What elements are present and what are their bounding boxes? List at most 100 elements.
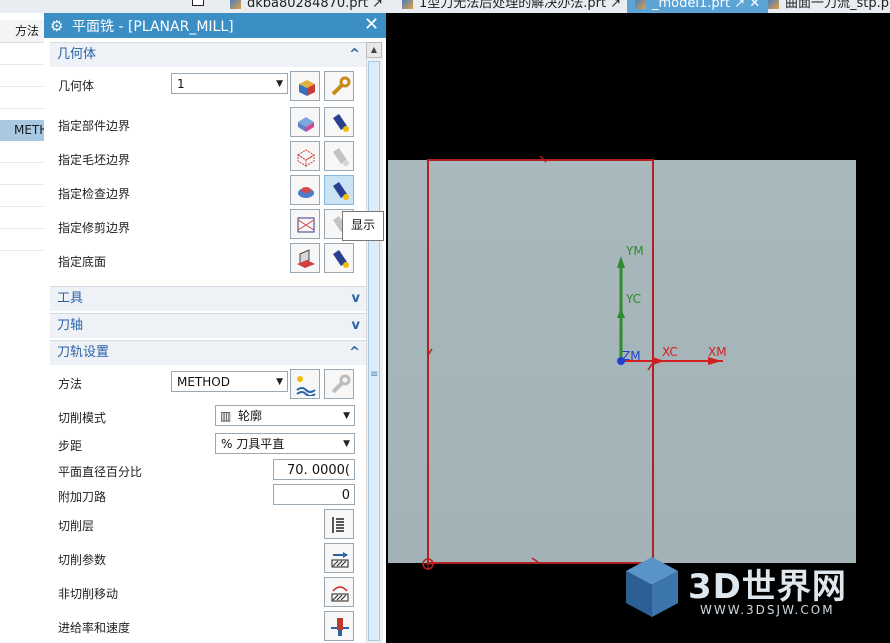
navigator-selected-row[interactable]: METH bbox=[0, 120, 44, 141]
non-cutting-moves-icon bbox=[331, 586, 349, 602]
floor-plane-icon bbox=[297, 249, 315, 268]
part-file-icon bbox=[402, 0, 413, 9]
close-icon[interactable]: ✕ bbox=[364, 14, 379, 35]
profile-pattern-icon: ▥ bbox=[220, 409, 232, 423]
display-part-boundary-button[interactable] bbox=[324, 107, 354, 137]
chevron-down-icon[interactable]: v bbox=[352, 314, 360, 338]
boundary-direction-mark bbox=[427, 348, 433, 356]
geometry-cube-icon bbox=[299, 80, 315, 96]
display-check-boundary-button[interactable] bbox=[324, 175, 354, 205]
feeds-speeds-icon bbox=[331, 618, 349, 636]
part-boundary-label: 指定部件边界 bbox=[58, 119, 131, 133]
navigator-row-divider bbox=[0, 228, 44, 229]
method-select[interactable]: METHOD ▼ bbox=[171, 371, 288, 392]
chevron-up-icon[interactable]: ^ bbox=[349, 43, 360, 67]
yc-axis-label: YC bbox=[626, 292, 642, 306]
navigator-row-divider bbox=[0, 108, 44, 109]
file-tab-bar: dkba80284870.prt ↗ 1型刀无法后处理的解决办法.prt ↗ _… bbox=[0, 0, 890, 13]
new-geometry-button[interactable] bbox=[290, 71, 320, 101]
dialog-title: 平面铣 - [PLANAR_MILL] bbox=[72, 19, 234, 35]
tab-surface-stp[interactable]: 曲面一刀流_stp.prt bbox=[764, 0, 890, 13]
dropdown-arrow-icon: ▼ bbox=[276, 377, 283, 387]
method-label: 方法 bbox=[58, 377, 83, 391]
scroll-up-arrow-icon[interactable]: ▲ bbox=[366, 42, 382, 58]
navigator-row-divider bbox=[0, 184, 44, 185]
tab-postprocess-fix[interactable]: 1型刀无法后处理的解决办法.prt ↗ bbox=[398, 0, 625, 13]
section-tool-header[interactable]: 工具 v bbox=[50, 286, 366, 311]
edit-method-button[interactable] bbox=[324, 369, 354, 399]
cube-logo-icon bbox=[626, 557, 678, 617]
planar-mill-dialog: ⚙ 平面铣 - [PLANAR_MILL] ✕ 几何体 ^ 几何体 1 ▼ 指定部件… bbox=[44, 13, 386, 643]
navigator-column-header[interactable]: 方法 bbox=[0, 20, 44, 43]
dropdown-arrow-icon: ▼ bbox=[343, 439, 350, 449]
percent-diameter-input[interactable]: 70. 0000( bbox=[273, 459, 355, 480]
new-method-button[interactable] bbox=[290, 369, 320, 399]
popout-icon[interactable]: ↗ bbox=[734, 0, 745, 11]
select-trim-boundary-button[interactable] bbox=[290, 209, 320, 239]
dropdown-arrow-icon: ▼ bbox=[276, 79, 283, 89]
section-geometry-header[interactable]: 几何体 ^ bbox=[50, 42, 366, 67]
feeds-speeds-button[interactable] bbox=[324, 611, 354, 641]
section-path-settings-header[interactable]: 刀轨设置 ^ bbox=[50, 340, 366, 365]
select-check-boundary-button[interactable] bbox=[290, 175, 320, 205]
tab-dkba80284870[interactable]: dkba80284870.prt ↗ bbox=[226, 0, 387, 13]
additional-passes-input[interactable]: 0 bbox=[273, 484, 355, 505]
watermark-brand: 3D世界网 bbox=[688, 567, 847, 607]
cut-mode-select[interactable]: ▥ 轮廓 ▼ bbox=[215, 405, 355, 426]
flashlight-icon bbox=[333, 114, 349, 132]
select-blank-boundary-button[interactable] bbox=[290, 141, 320, 171]
scrollbar-thumb[interactable] bbox=[368, 61, 380, 641]
section-tool-axis-header[interactable]: 刀轴 v bbox=[50, 313, 366, 338]
part-file-icon bbox=[635, 0, 646, 9]
stepover-label: 步距 bbox=[58, 439, 83, 453]
section-geometry-title: 几何体 bbox=[57, 47, 97, 62]
boundary-direction-mark bbox=[647, 363, 653, 371]
flashlight-disabled-icon bbox=[333, 148, 349, 166]
chevron-down-icon[interactable]: v bbox=[352, 287, 360, 311]
floor-plane-label: 指定底面 bbox=[58, 255, 107, 269]
cut-parameters-button[interactable] bbox=[324, 543, 354, 573]
trim-boundary-icon bbox=[297, 217, 315, 233]
dropdown-arrow-icon: ▼ bbox=[343, 411, 350, 421]
method-create-icon bbox=[296, 376, 316, 396]
stepover-select[interactable]: % 刀具平直 ▼ bbox=[215, 433, 355, 454]
select-floor-button[interactable] bbox=[290, 243, 320, 273]
popout-icon[interactable]: ↗ bbox=[372, 0, 383, 11]
chevron-up-icon[interactable]: ^ bbox=[349, 341, 360, 365]
ym-axis-label: YM bbox=[626, 244, 644, 258]
xm-axis-label: XM bbox=[708, 345, 727, 359]
part-file-icon bbox=[230, 0, 241, 9]
wrench-icon bbox=[331, 76, 351, 96]
flashlight-icon bbox=[333, 250, 349, 268]
display-floor-button[interactable] bbox=[324, 243, 354, 273]
popout-icon[interactable]: ↗ bbox=[610, 0, 621, 11]
y-axis-arrow bbox=[617, 256, 625, 268]
part-file-icon bbox=[768, 0, 779, 9]
blank-boundary-icon bbox=[297, 149, 315, 167]
tab-model1[interactable]: _model1.prt ↗ ✕ bbox=[627, 0, 769, 13]
boundary-direction-mark bbox=[539, 155, 547, 163]
boundary-direction-mark bbox=[531, 557, 539, 563]
cut-levels-button[interactable] bbox=[324, 509, 354, 539]
yc-axis-arrow bbox=[617, 308, 625, 318]
gear-icon[interactable]: ⚙ bbox=[50, 17, 63, 35]
geometry-select[interactable]: 1 ▼ bbox=[171, 73, 288, 94]
edit-geometry-button[interactable] bbox=[324, 71, 354, 101]
flashlight-icon bbox=[333, 182, 349, 200]
wrench-disabled-icon bbox=[331, 374, 351, 394]
cut-parameters-icon bbox=[331, 552, 349, 568]
non-cutting-moves-button[interactable] bbox=[324, 577, 354, 607]
section-path-settings-title: 刀轨设置 bbox=[57, 345, 110, 360]
cut-levels-icon bbox=[332, 517, 344, 533]
check-boundary-label: 指定检查边界 bbox=[58, 187, 131, 201]
select-part-boundary-button[interactable] bbox=[290, 107, 320, 137]
display-blank-boundary-button[interactable] bbox=[324, 141, 354, 171]
window-restore-icon[interactable] bbox=[192, 0, 204, 6]
scrollbar-grip-icon: ≡ bbox=[370, 369, 379, 380]
additional-passes-label: 附加刀路 bbox=[58, 490, 107, 504]
section-tool-title: 工具 bbox=[57, 291, 84, 306]
display-tooltip: 显示 bbox=[342, 211, 384, 241]
tab-close-icon[interactable]: ✕ bbox=[749, 0, 760, 11]
navigator-row-divider bbox=[0, 64, 44, 65]
dialog-title-bar[interactable]: ⚙ 平面铣 - [PLANAR_MILL] ✕ bbox=[44, 13, 386, 38]
